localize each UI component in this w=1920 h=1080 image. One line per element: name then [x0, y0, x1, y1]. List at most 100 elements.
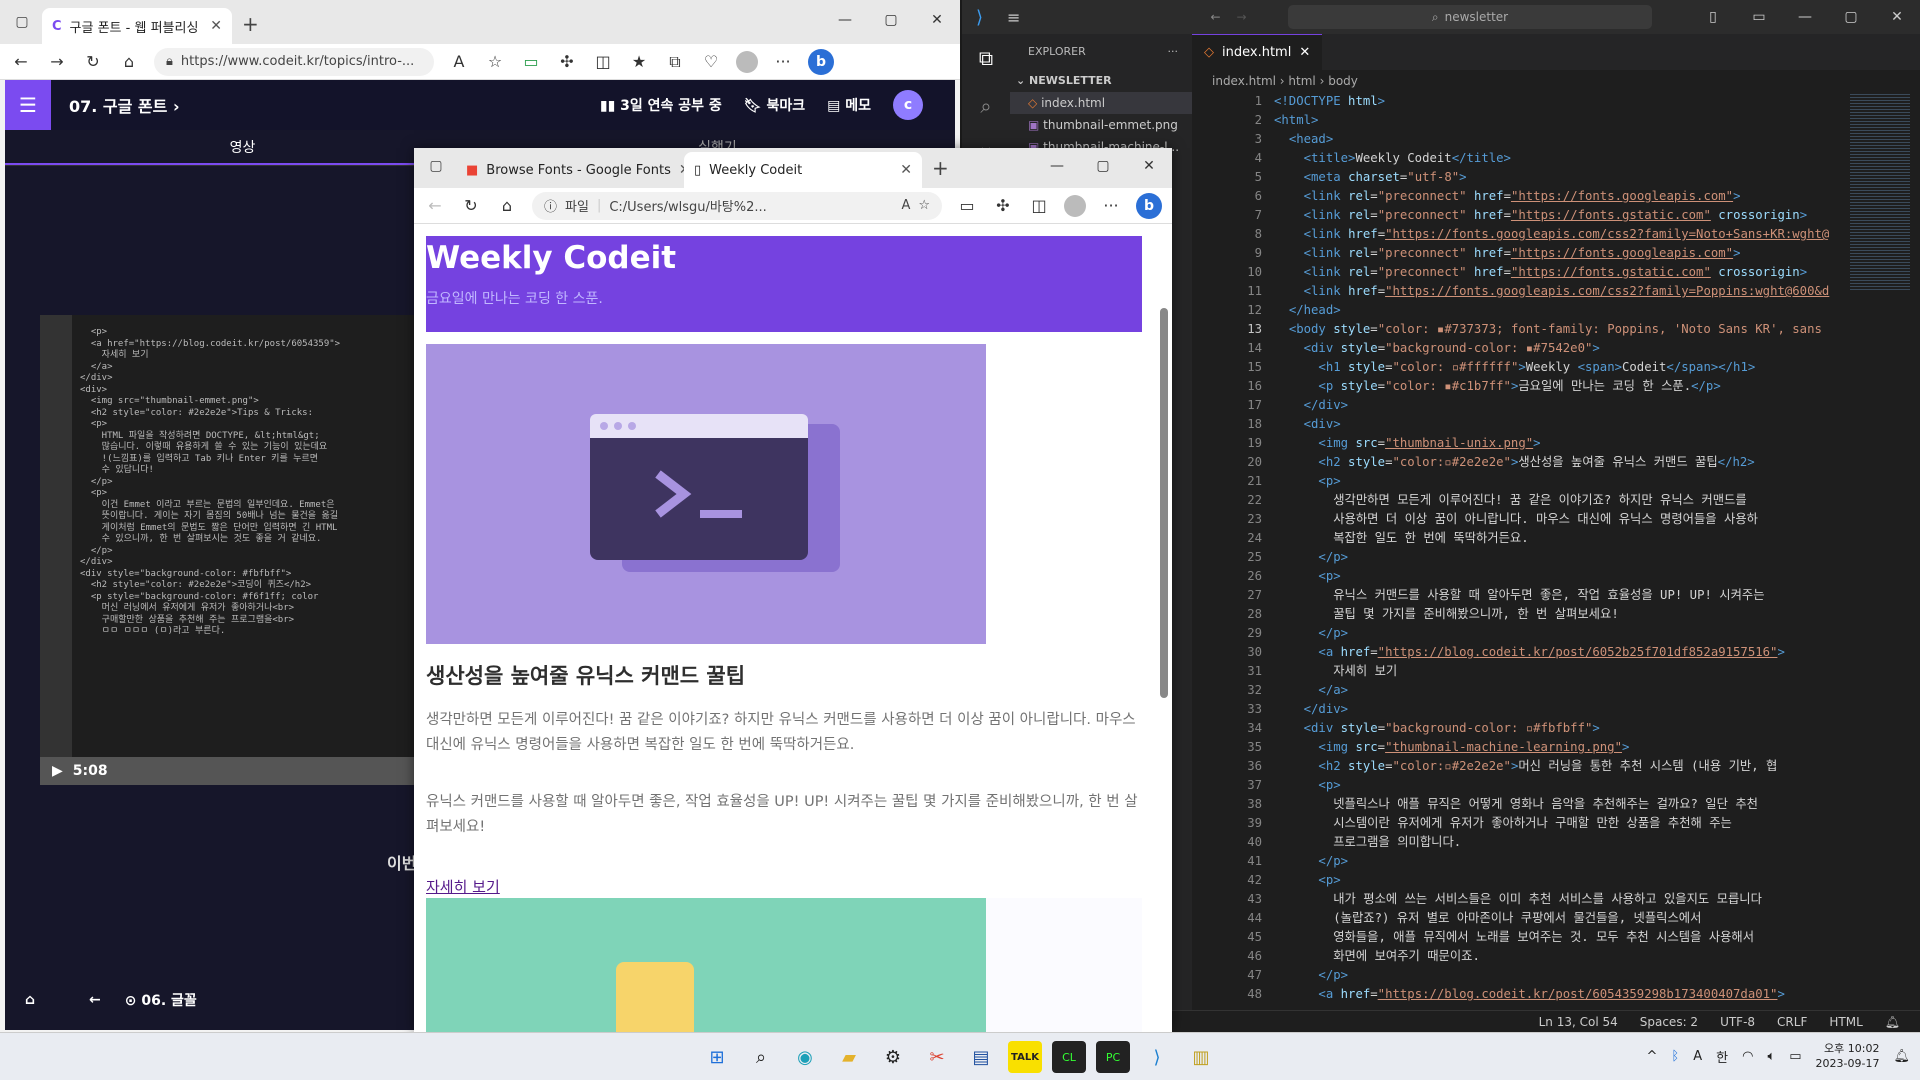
- pycharm-icon[interactable]: PC: [1096, 1041, 1130, 1073]
- read-more-link[interactable]: 자세히 보기: [426, 876, 500, 897]
- maximize-icon[interactable]: ▢: [1080, 148, 1126, 184]
- menu-icon[interactable]: ☰: [5, 80, 51, 130]
- close-window-icon[interactable]: ✕: [914, 0, 960, 40]
- workspaces-icon[interactable]: ▢: [8, 8, 36, 36]
- more-icon[interactable]: ···: [1100, 196, 1122, 215]
- search-icon[interactable]: ⌕: [962, 82, 1010, 130]
- encoding[interactable]: UTF-8: [1720, 1015, 1755, 1029]
- forward-icon[interactable]: →: [46, 52, 68, 71]
- notepad-icon[interactable]: ▤: [964, 1041, 998, 1073]
- refresh-icon[interactable]: ↻: [82, 52, 104, 71]
- bing-copilot-icon[interactable]: b: [808, 48, 834, 75]
- layout-panel-icon[interactable]: ▭: [1736, 0, 1782, 37]
- split-screen-icon[interactable]: ◫: [592, 52, 614, 71]
- file-thumbnail-emmet[interactable]: ▣ thumbnail-emmet.png: [1010, 114, 1192, 136]
- tab-google-fonts[interactable]: ■ Browse Fonts - Google Fonts ✕: [456, 152, 684, 188]
- prev-lesson-link[interactable]: ⊙ 06. 글꼴: [125, 990, 197, 1010]
- memo-button[interactable]: ▤ 메모: [827, 95, 871, 115]
- settings-gear-icon[interactable]: ⚙: [876, 1041, 910, 1073]
- collections-icon[interactable]: ⧉: [664, 52, 686, 72]
- lesson-video-player[interactable]: <p> <a href="https://blog.codeit.kr/post…: [40, 315, 420, 785]
- close-window-icon[interactable]: ✕: [1126, 148, 1172, 184]
- home-icon[interactable]: ⌂: [25, 992, 35, 1008]
- tray-expand-icon[interactable]: ^: [1647, 1049, 1658, 1064]
- puzzle-icon[interactable]: ✣: [992, 196, 1014, 215]
- battery-icon[interactable]: ▭: [1789, 1049, 1801, 1064]
- minimize-icon[interactable]: —: [1034, 148, 1080, 184]
- extension-icon[interactable]: ▭: [520, 52, 542, 71]
- explorer-icon[interactable]: ⧉: [962, 34, 1010, 82]
- nav-forward-icon[interactable]: →: [1237, 10, 1247, 24]
- favorite-star-icon[interactable]: ☆: [484, 52, 506, 71]
- archive-app-icon[interactable]: ▥: [1184, 1041, 1218, 1073]
- prev-arrow-icon[interactable]: ←: [89, 992, 101, 1008]
- tab-weekly-codeit[interactable]: ▯ Weekly Codeit ✕: [684, 152, 922, 188]
- bing-copilot-icon[interactable]: b: [1136, 192, 1162, 219]
- minimize-icon[interactable]: —: [1782, 0, 1828, 37]
- file-index-html[interactable]: ◇ index.html: [1010, 92, 1192, 114]
- command-search[interactable]: ⌕ newsletter: [1288, 5, 1652, 29]
- home-icon[interactable]: ⌂: [496, 196, 518, 215]
- read-aloud-icon[interactable]: A: [448, 52, 470, 71]
- hamburger-menu-icon[interactable]: ≡: [1007, 8, 1020, 27]
- ime-language[interactable]: 한: [1716, 1047, 1728, 1066]
- read-aloud-icon[interactable]: A: [901, 198, 910, 213]
- bluetooth-icon[interactable]: ᛒ: [1671, 1049, 1679, 1064]
- cursor-position[interactable]: Ln 13, Col 54: [1539, 1015, 1618, 1029]
- new-tab-icon[interactable]: +: [242, 12, 259, 36]
- layout-sidebar-icon[interactable]: ▯: [1690, 0, 1736, 37]
- minimize-icon[interactable]: —: [822, 0, 868, 40]
- edge-browser-icon[interactable]: ◉: [788, 1041, 822, 1073]
- volume-icon[interactable]: 🔈︎: [1767, 1049, 1775, 1064]
- tab-video[interactable]: 영상: [5, 130, 480, 165]
- kakaotalk-icon[interactable]: TALK: [1008, 1041, 1042, 1073]
- profile-avatar[interactable]: [736, 50, 758, 73]
- address-bar[interactable]: 🔒︎ https://www.codeit.kr/topics/intro-..…: [154, 47, 434, 76]
- search-icon[interactable]: ⌕: [744, 1041, 778, 1073]
- maximize-icon[interactable]: ▢: [1828, 0, 1874, 37]
- scrollbar-thumb[interactable]: [1160, 308, 1168, 698]
- line-ending[interactable]: CRLF: [1777, 1015, 1807, 1029]
- clion-icon[interactable]: CL: [1052, 1041, 1086, 1073]
- back-icon[interactable]: ←: [424, 196, 446, 215]
- split-screen-icon[interactable]: ◫: [1028, 196, 1050, 215]
- nav-back-icon[interactable]: ←: [1210, 10, 1220, 24]
- extension-icon[interactable]: ▭: [956, 196, 978, 215]
- notification-bell-icon[interactable]: 🔔︎: [1893, 1049, 1910, 1064]
- wifi-icon[interactable]: ◠: [1742, 1049, 1753, 1064]
- home-icon[interactable]: ⌂: [118, 52, 140, 71]
- editor-tab-index[interactable]: ◇ index.html ✕: [1192, 34, 1323, 70]
- heart-icon[interactable]: ♡: [700, 52, 722, 71]
- puzzle-icon[interactable]: ✣: [556, 52, 578, 71]
- bookmark-button[interactable]: 🔖︎ 북마크: [744, 95, 805, 115]
- start-menu-icon[interactable]: ⊞: [700, 1041, 734, 1073]
- close-window-icon[interactable]: ✕: [1874, 0, 1920, 37]
- workspace-folder[interactable]: ⌄ NEWSLETTER: [1010, 70, 1192, 92]
- assistant-icon[interactable]: c: [893, 90, 923, 120]
- more-icon[interactable]: ···: [772, 52, 794, 71]
- new-tab-icon[interactable]: +: [932, 156, 949, 180]
- minimap[interactable]: [1850, 92, 1910, 292]
- close-tab-icon[interactable]: ✕: [900, 162, 912, 178]
- language-mode[interactable]: HTML: [1829, 1015, 1862, 1029]
- maximize-icon[interactable]: ▢: [868, 0, 914, 40]
- back-icon[interactable]: ←: [10, 52, 32, 71]
- refresh-icon[interactable]: ↻: [460, 196, 482, 215]
- favorites-icon[interactable]: ★: [628, 52, 650, 71]
- close-tab-icon[interactable]: ✕: [210, 18, 222, 34]
- clock[interactable]: 오후 10:02 2023-09-17: [1816, 1041, 1880, 1071]
- workspaces-icon[interactable]: ▢: [422, 152, 450, 180]
- vscode-icon[interactable]: ⟩: [1140, 1041, 1174, 1073]
- code-editor[interactable]: ◇ index.html ✕ index.html › html › body 12…: [1192, 34, 1920, 1010]
- source-code[interactable]: <!DOCTYPE html> <html> <head> <title>Wee…: [1274, 92, 1840, 1004]
- file-explorer-icon[interactable]: ▰: [832, 1041, 866, 1073]
- snipping-tool-icon[interactable]: ✂: [920, 1041, 954, 1073]
- favorite-star-icon[interactable]: ☆: [918, 198, 930, 213]
- profile-avatar[interactable]: [1064, 194, 1086, 217]
- indentation[interactable]: Spaces: 2: [1640, 1015, 1698, 1029]
- lesson-title[interactable]: 07. 구글 폰트 ›: [69, 93, 180, 117]
- font-input-icon[interactable]: A: [1693, 1049, 1702, 1064]
- close-tab-icon[interactable]: ✕: [1299, 45, 1310, 60]
- notifications-icon[interactable]: 🔔︎: [1885, 1015, 1900, 1029]
- tab-google-fonts-lesson[interactable]: C 구글 폰트 - 웹 퍼블리싱 시작하기 ✕: [42, 8, 232, 44]
